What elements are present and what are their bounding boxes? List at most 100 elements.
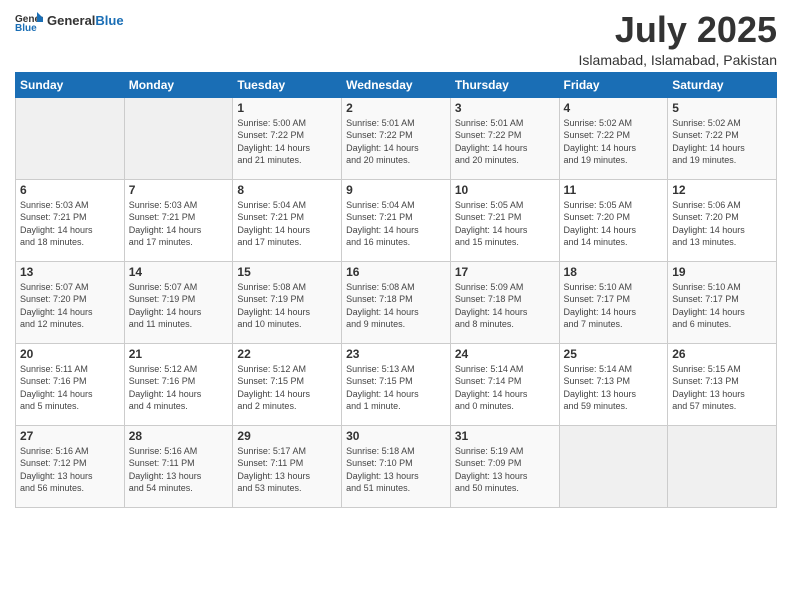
cell-info: Sunrise: 5:05 AMSunset: 7:20 PMDaylight:… bbox=[564, 199, 664, 249]
table-row: 3 Sunrise: 5:01 AMSunset: 7:22 PMDaylight… bbox=[450, 97, 559, 179]
cell-info: Sunrise: 5:09 AMSunset: 7:18 PMDaylight:… bbox=[455, 281, 555, 331]
table-row: 22 Sunrise: 5:12 AMSunset: 7:15 PMDayligh… bbox=[233, 343, 342, 425]
calendar-week-row: 13Sunrise: 5:07 AMSunset: 7:20 PMDayligh… bbox=[16, 261, 777, 343]
table-row: 7 Sunrise: 5:03 AMSunset: 7:21 PMDaylight… bbox=[124, 179, 233, 261]
table-row: 28Sunrise: 5:16 AMSunset: 7:11 PMDayligh… bbox=[124, 425, 233, 507]
day-number: 27 bbox=[20, 429, 120, 443]
cell-info: Sunrise: 5:16 AMSunset: 7:11 PMDaylight:… bbox=[129, 445, 229, 495]
day-number: 11 bbox=[564, 183, 664, 197]
calendar-table: Sunday Monday Tuesday Wednesday Thursday… bbox=[15, 72, 777, 508]
table-row bbox=[16, 97, 125, 179]
table-row: 11 Sunrise: 5:05 AMSunset: 7:20 PMDayligh… bbox=[559, 179, 668, 261]
day-number: 16 bbox=[346, 265, 446, 279]
day-number: 21 bbox=[129, 347, 229, 361]
day-number: 25 bbox=[564, 347, 664, 361]
table-row: 12 Sunrise: 5:06 AMSunset: 7:20 PMDayligh… bbox=[668, 179, 777, 261]
logo-icon: General Blue bbox=[15, 10, 43, 32]
cell-info: Sunrise: 5:00 AMSunset: 7:22 PMDaylight:… bbox=[237, 117, 337, 167]
table-row: 9Sunrise: 5:04 AMSunset: 7:21 PMDaylight… bbox=[342, 179, 451, 261]
day-number: 13 bbox=[20, 265, 120, 279]
calendar-week-row: 6 Sunrise: 5:03 AMSunset: 7:21 PMDaylight… bbox=[16, 179, 777, 261]
cell-info: Sunrise: 5:02 AMSunset: 7:22 PMDaylight:… bbox=[564, 117, 664, 167]
day-number: 4 bbox=[564, 101, 664, 115]
header: General Blue GeneralBlue July 2025 Islam… bbox=[15, 10, 777, 68]
table-row: 14 Sunrise: 5:07 AMSunset: 7:19 PMDayligh… bbox=[124, 261, 233, 343]
table-row: 18 Sunrise: 5:10 AMSunset: 7:17 PMDayligh… bbox=[559, 261, 668, 343]
logo-text: GeneralBlue bbox=[47, 14, 124, 28]
cell-info: Sunrise: 5:18 AMSunset: 7:10 PMDaylight:… bbox=[346, 445, 446, 495]
day-number: 5 bbox=[672, 101, 772, 115]
table-row: 13Sunrise: 5:07 AMSunset: 7:20 PMDayligh… bbox=[16, 261, 125, 343]
table-row: 30Sunrise: 5:18 AMSunset: 7:10 PMDayligh… bbox=[342, 425, 451, 507]
day-number: 10 bbox=[455, 183, 555, 197]
cell-info: Sunrise: 5:14 AMSunset: 7:14 PMDaylight:… bbox=[455, 363, 555, 413]
col-friday: Friday bbox=[559, 72, 668, 97]
calendar-week-row: 27 Sunrise: 5:16 AMSunset: 7:12 PMDayligh… bbox=[16, 425, 777, 507]
page: General Blue GeneralBlue July 2025 Islam… bbox=[0, 0, 792, 612]
cell-info: Sunrise: 5:01 AMSunset: 7:22 PMDaylight:… bbox=[346, 117, 446, 167]
day-number: 26 bbox=[672, 347, 772, 361]
cell-info: Sunrise: 5:08 AMSunset: 7:19 PMDaylight:… bbox=[237, 281, 337, 331]
table-row bbox=[124, 97, 233, 179]
day-number: 12 bbox=[672, 183, 772, 197]
col-thursday: Thursday bbox=[450, 72, 559, 97]
month-year-title: July 2025 bbox=[579, 10, 777, 50]
day-number: 2 bbox=[346, 101, 446, 115]
logo: General Blue GeneralBlue bbox=[15, 10, 124, 32]
day-number: 24 bbox=[455, 347, 555, 361]
table-row: 27 Sunrise: 5:16 AMSunset: 7:12 PMDayligh… bbox=[16, 425, 125, 507]
day-number: 18 bbox=[564, 265, 664, 279]
table-row: 17 Sunrise: 5:09 AMSunset: 7:18 PMDayligh… bbox=[450, 261, 559, 343]
day-number: 20 bbox=[20, 347, 120, 361]
cell-info: Sunrise: 5:12 AMSunset: 7:15 PMDaylight:… bbox=[237, 363, 337, 413]
cell-info: Sunrise: 5:07 AMSunset: 7:19 PMDaylight:… bbox=[129, 281, 229, 331]
table-row: 19Sunrise: 5:10 AMSunset: 7:17 PMDayligh… bbox=[668, 261, 777, 343]
table-row: 1 Sunrise: 5:00 AMSunset: 7:22 PMDaylight… bbox=[233, 97, 342, 179]
cell-info: Sunrise: 5:02 AMSunset: 7:22 PMDaylight:… bbox=[672, 117, 772, 167]
day-number: 17 bbox=[455, 265, 555, 279]
day-number: 23 bbox=[346, 347, 446, 361]
col-tuesday: Tuesday bbox=[233, 72, 342, 97]
cell-info: Sunrise: 5:12 AMSunset: 7:16 PMDaylight:… bbox=[129, 363, 229, 413]
day-number: 3 bbox=[455, 101, 555, 115]
cell-info: Sunrise: 5:05 AMSunset: 7:21 PMDaylight:… bbox=[455, 199, 555, 249]
table-row bbox=[559, 425, 668, 507]
title-section: July 2025 Islamabad, Islamabad, Pakistan bbox=[579, 10, 777, 68]
col-monday: Monday bbox=[124, 72, 233, 97]
day-number: 6 bbox=[20, 183, 120, 197]
table-row: 21 Sunrise: 5:12 AMSunset: 7:16 PMDayligh… bbox=[124, 343, 233, 425]
table-row: 15Sunrise: 5:08 AMSunset: 7:19 PMDayligh… bbox=[233, 261, 342, 343]
cell-info: Sunrise: 5:08 AMSunset: 7:18 PMDaylight:… bbox=[346, 281, 446, 331]
cell-info: Sunrise: 5:01 AMSunset: 7:22 PMDaylight:… bbox=[455, 117, 555, 167]
cell-info: Sunrise: 5:06 AMSunset: 7:20 PMDaylight:… bbox=[672, 199, 772, 249]
day-number: 29 bbox=[237, 429, 337, 443]
day-number: 7 bbox=[129, 183, 229, 197]
cell-info: Sunrise: 5:13 AMSunset: 7:15 PMDaylight:… bbox=[346, 363, 446, 413]
table-row: 2 Sunrise: 5:01 AMSunset: 7:22 PMDaylight… bbox=[342, 97, 451, 179]
day-number: 9 bbox=[346, 183, 446, 197]
table-row: 5 Sunrise: 5:02 AMSunset: 7:22 PMDaylight… bbox=[668, 97, 777, 179]
table-row: 26Sunrise: 5:15 AMSunset: 7:13 PMDayligh… bbox=[668, 343, 777, 425]
day-number: 8 bbox=[237, 183, 337, 197]
day-number: 1 bbox=[237, 101, 337, 115]
table-row bbox=[668, 425, 777, 507]
cell-info: Sunrise: 5:03 AMSunset: 7:21 PMDaylight:… bbox=[129, 199, 229, 249]
col-wednesday: Wednesday bbox=[342, 72, 451, 97]
cell-info: Sunrise: 5:16 AMSunset: 7:12 PMDaylight:… bbox=[20, 445, 120, 495]
calendar-header-row: Sunday Monday Tuesday Wednesday Thursday… bbox=[16, 72, 777, 97]
table-row: 8 Sunrise: 5:04 AMSunset: 7:21 PMDaylight… bbox=[233, 179, 342, 261]
day-number: 14 bbox=[129, 265, 229, 279]
calendar-week-row: 20Sunrise: 5:11 AMSunset: 7:16 PMDayligh… bbox=[16, 343, 777, 425]
table-row: 16 Sunrise: 5:08 AMSunset: 7:18 PMDayligh… bbox=[342, 261, 451, 343]
col-sunday: Sunday bbox=[16, 72, 125, 97]
cell-info: Sunrise: 5:10 AMSunset: 7:17 PMDaylight:… bbox=[672, 281, 772, 331]
day-number: 22 bbox=[237, 347, 337, 361]
cell-info: Sunrise: 5:04 AMSunset: 7:21 PMDaylight:… bbox=[237, 199, 337, 249]
table-row: 10 Sunrise: 5:05 AMSunset: 7:21 PMDayligh… bbox=[450, 179, 559, 261]
day-number: 31 bbox=[455, 429, 555, 443]
calendar-week-row: 1 Sunrise: 5:00 AMSunset: 7:22 PMDaylight… bbox=[16, 97, 777, 179]
cell-info: Sunrise: 5:03 AMSunset: 7:21 PMDaylight:… bbox=[20, 199, 120, 249]
cell-info: Sunrise: 5:10 AMSunset: 7:17 PMDaylight:… bbox=[564, 281, 664, 331]
cell-info: Sunrise: 5:19 AMSunset: 7:09 PMDaylight:… bbox=[455, 445, 555, 495]
location-text: Islamabad, Islamabad, Pakistan bbox=[579, 52, 777, 68]
